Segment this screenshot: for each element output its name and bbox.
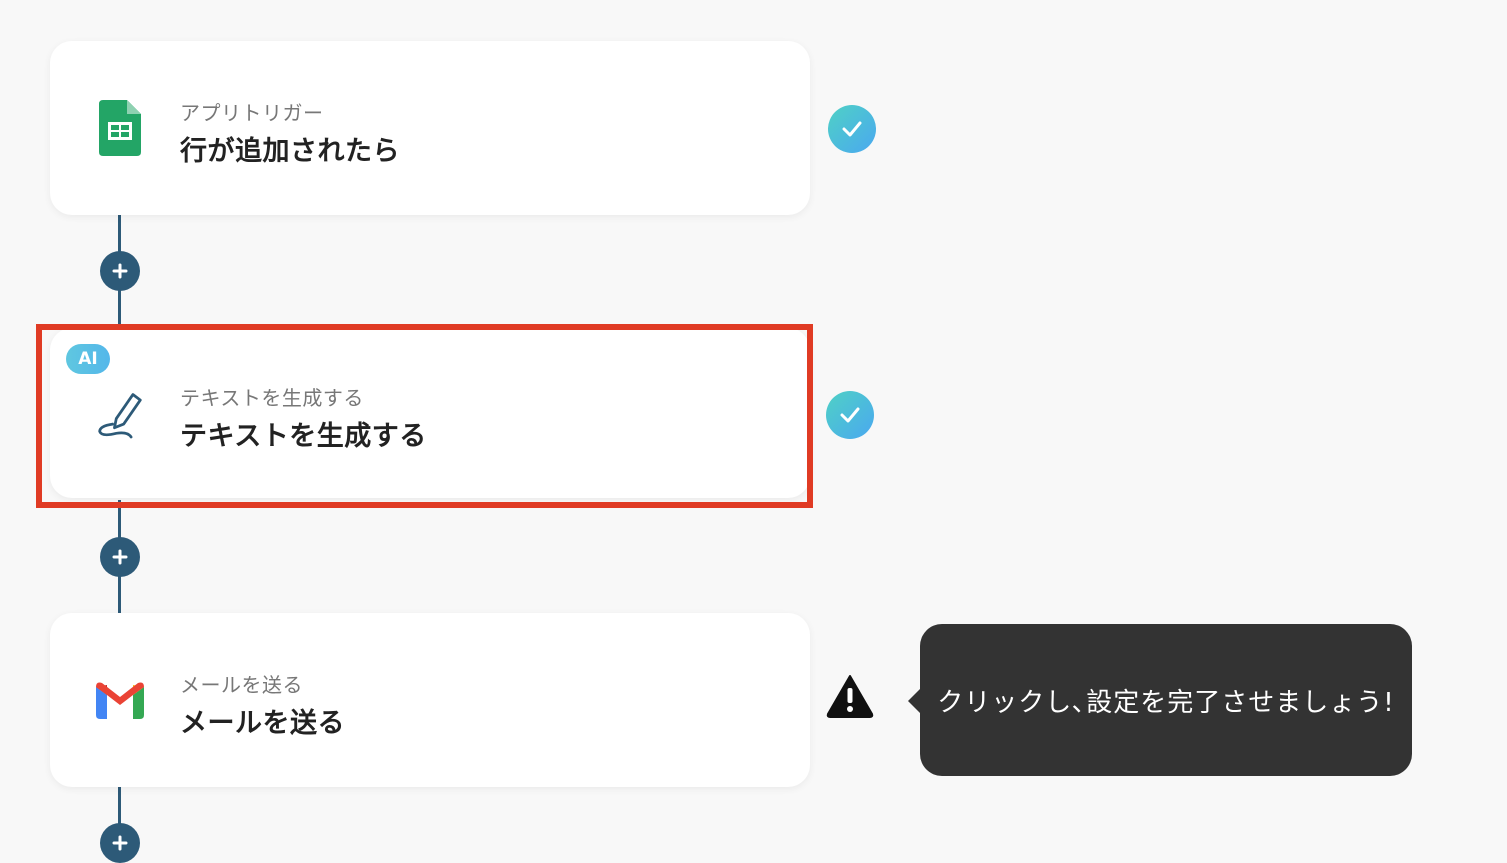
- tooltip-text: クリックし､設定を完了させましょう!: [937, 687, 1395, 718]
- step-card-send-mail[interactable]: メールを送る メールを送る: [50, 613, 810, 787]
- add-step-button[interactable]: [100, 537, 140, 577]
- step-title: 行が追加されたら: [180, 136, 400, 167]
- ai-badge: AI: [66, 344, 110, 374]
- complete-check-icon: [828, 105, 876, 153]
- step-card-generate-text[interactable]: テキストを生成する テキストを生成する: [50, 328, 810, 498]
- step-subtitle: テキストを生成する: [180, 386, 364, 410]
- pen-icon: [96, 384, 144, 442]
- plus-icon: [112, 835, 128, 851]
- step-title: メールを送る: [180, 708, 345, 739]
- plus-icon: [112, 263, 128, 279]
- add-step-button[interactable]: [100, 251, 140, 291]
- plus-icon: [112, 549, 128, 565]
- add-step-button[interactable]: [100, 823, 140, 863]
- warning-icon: [826, 674, 874, 718]
- step-subtitle: アプリトリガー: [180, 101, 324, 125]
- complete-check-icon: [826, 391, 874, 439]
- gmail-icon: [96, 671, 144, 729]
- google-sheets-icon: [96, 99, 144, 157]
- hint-tooltip: クリックし､設定を完了させましょう!: [920, 624, 1412, 776]
- step-subtitle: メールを送る: [180, 673, 303, 697]
- step-title: テキストを生成する: [180, 421, 427, 452]
- step-card-trigger[interactable]: アプリトリガー 行が追加されたら: [50, 41, 810, 215]
